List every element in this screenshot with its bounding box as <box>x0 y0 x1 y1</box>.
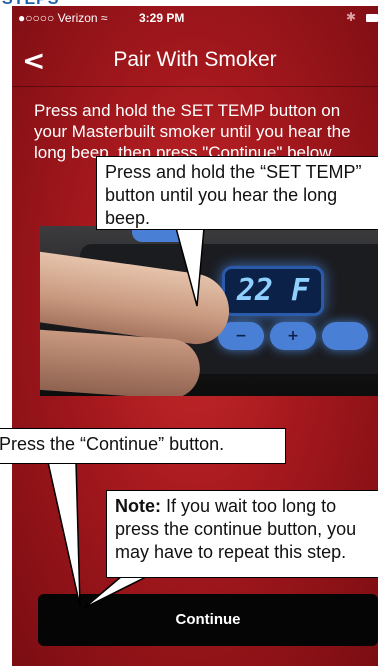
note-label: Note: <box>115 496 161 516</box>
callout-pointer-continue <box>47 461 81 607</box>
callout-hold-line: button until you hear the long <box>105 185 338 205</box>
note-line: If you wait too long to <box>161 496 337 516</box>
callout-pointer-note <box>83 575 149 609</box>
callout-continue-text: Press the “Continue” button. <box>0 434 225 454</box>
callout-press-and-hold: Press and hold the “SET TEMP” button unt… <box>96 156 378 230</box>
callout-hold-line: beep. <box>105 208 151 228</box>
callout-pointer-hold <box>175 227 205 307</box>
callout-hold-line: Press and hold the “SET TEMP” <box>105 162 362 182</box>
note-line: press the continue button, you <box>115 519 357 539</box>
callout-note: Note: If you wait too long to press the … <box>106 490 378 578</box>
callout-press-continue: Press the “Continue” button. <box>0 428 286 464</box>
note-line: may have to repeat this step. <box>115 542 347 562</box>
